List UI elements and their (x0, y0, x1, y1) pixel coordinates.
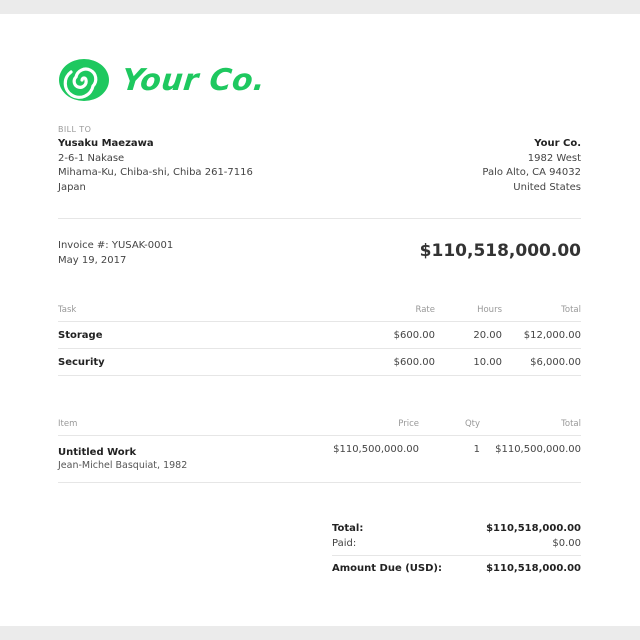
amount-due-label: Amount Due (USD): (332, 563, 442, 574)
totals-summary: Total: $110,518,000.00 Paid: $0.00 Amoun… (332, 521, 581, 576)
paid-value: $0.00 (552, 538, 581, 549)
invoice-total-amount: $110,518,000.00 (419, 241, 581, 261)
amount-due-row: Amount Due (USD): $110,518,000.00 (332, 561, 581, 576)
divider (58, 218, 581, 219)
logo-text: Your Co. (120, 62, 267, 98)
from-line2: Palo Alto, CA 94032 (482, 167, 581, 178)
total-row: Total: $110,518,000.00 (332, 521, 581, 536)
bill-to-label: BILL TO (58, 125, 92, 134)
items-header-total: Total (480, 413, 581, 436)
invoice-meta: Invoice #: YUSAK-0001 May 19, 2017 (58, 239, 173, 268)
table-row: Storage $600.00 20.00 $12,000.00 (58, 321, 581, 349)
tasks-header-rate: Rate (355, 299, 435, 322)
task-rate: $600.00 (355, 321, 435, 349)
item-description: Jean-Michel Basquiat, 1982 (58, 460, 188, 471)
tasks-header-task: Task (58, 299, 355, 322)
total-label: Total: (332, 523, 364, 534)
bill-to-line3: Japan (58, 181, 86, 193)
task-name: Security (58, 356, 105, 368)
table-row: Untitled Work Jean-Michel Basquiat, 1982… (58, 435, 581, 483)
item-qty: 1 (419, 435, 480, 483)
table-row: Security $600.00 10.00 $6,000.00 (58, 348, 581, 376)
item-total: $110,500,000.00 (480, 435, 581, 483)
items-table: Item Price Qty Total Untitled Work Jean-… (58, 413, 581, 483)
tasks-header-hours: Hours (435, 299, 502, 322)
item-name: Untitled Work (58, 447, 137, 458)
tasks-table: Task Rate Hours Total Storage $600.00 20… (58, 299, 581, 376)
bill-to-name: Yusaku Maezawa (58, 138, 154, 149)
swirl-icon (59, 59, 109, 101)
task-hours: 20.00 (435, 321, 502, 349)
totals-divider (332, 555, 581, 556)
company-logo: Your Co. (58, 58, 267, 102)
total-value: $110,518,000.00 (486, 523, 581, 534)
tasks-header-total: Total (502, 299, 581, 322)
items-header-price: Price (309, 413, 419, 436)
from-line3: United States (513, 181, 581, 193)
bill-to-line2: Mihama-Ku, Chiba-shi, Chiba 261-7116 (58, 167, 253, 178)
paid-row: Paid: $0.00 (332, 536, 581, 551)
task-total: $12,000.00 (502, 321, 581, 349)
from-address: Your Co. 1982 West Palo Alto, CA 94032 U… (482, 137, 581, 195)
amount-due-value: $110,518,000.00 (486, 563, 581, 574)
task-name: Storage (58, 329, 103, 341)
task-rate: $600.00 (355, 348, 435, 376)
from-name: Your Co. (534, 138, 581, 149)
items-header-qty: Qty (419, 413, 480, 436)
task-hours: 10.00 (435, 348, 502, 376)
from-line1: 1982 West (527, 152, 581, 164)
paid-label: Paid: (332, 538, 357, 549)
items-header-item: Item (58, 413, 309, 436)
invoice-date: May 19, 2017 (58, 254, 127, 266)
invoice-sheet: Your Co. BILL TO Yusaku Maezawa 2-6-1 Na… (0, 14, 640, 626)
item-price: $110,500,000.00 (309, 435, 419, 483)
bill-to-line1: 2-6-1 Nakase (58, 152, 125, 164)
invoice-number: Invoice #: YUSAK-0001 (58, 240, 174, 251)
bill-to-address: Yusaku Maezawa 2-6-1 Nakase Mihama-Ku, C… (58, 137, 253, 195)
task-total: $6,000.00 (502, 348, 581, 376)
tasks-header-row: Task Rate Hours Total (58, 299, 581, 322)
items-header-row: Item Price Qty Total (58, 413, 581, 436)
